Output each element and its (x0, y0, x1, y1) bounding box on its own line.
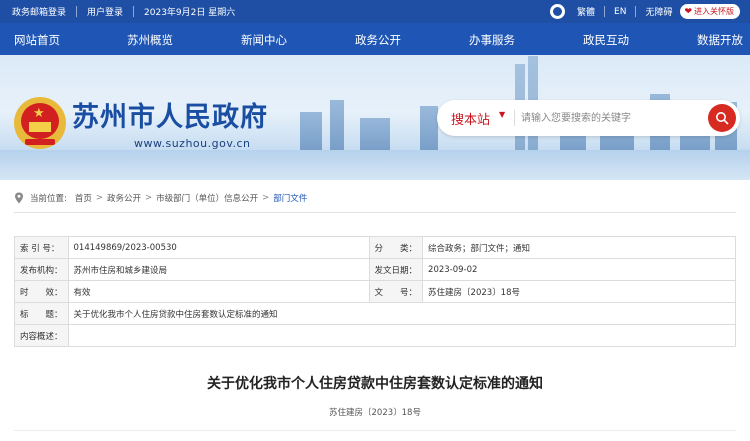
caret-down-icon[interactable]: ▼ (499, 110, 505, 119)
index-value: 014149869/2023-00530 (67, 236, 370, 259)
user-login-link[interactable]: 用户登录 (87, 5, 123, 18)
nav-item-gov-affairs[interactable]: 政务公开 (355, 32, 401, 48)
title-label: 标 题： (14, 302, 69, 325)
care-mode-label: 进入关怀版 (694, 7, 734, 16)
accessibility-link[interactable]: 无障碍 (645, 5, 672, 18)
category-label: 分 类： (368, 236, 424, 259)
summary-value (67, 324, 737, 347)
breadcrumb-separator: > (262, 193, 270, 203)
breadcrumb-label: 当前位置: (30, 194, 67, 204)
divider (604, 6, 606, 17)
issue-date-value: 2023-09-02 (422, 258, 736, 281)
publisher-label: 发布机构： (14, 258, 69, 281)
category-value: 综合政务；部门文件；通知 (422, 236, 736, 259)
nav-item-interaction[interactable]: 政民互动 (583, 32, 629, 48)
search-input[interactable] (521, 108, 701, 128)
mail-login-link[interactable]: 政务邮箱登录 (12, 5, 66, 18)
location-pin-icon (15, 192, 23, 204)
divider (635, 6, 637, 17)
document-info-table: 索 引 号： 014149869/2023-00530 分 类： 综合政务；部门… (14, 236, 737, 347)
search-box: 搜本站 ▼ (437, 100, 740, 136)
index-label: 索 引 号： (14, 236, 69, 259)
validity-label: 时 效： (14, 280, 69, 303)
divider (76, 6, 78, 17)
breadcrumb-municipal-depts[interactable]: 市级部门（单位）信息公开 (156, 192, 258, 204)
top-utility-bar: 政务邮箱登录 用户登录 2023年9月2日 星期六 繁體 EN 无障碍 ❤ 进入… (0, 0, 750, 23)
current-date: 2023年9月2日 星期六 (144, 8, 236, 18)
summary-label: 内容概述： (14, 324, 69, 347)
search-button[interactable] (708, 104, 736, 132)
doc-number-label: 文 号： (368, 280, 424, 303)
document-title: 关于优化我市个人住房贷款中住房套数认定标准的通知 (207, 376, 543, 392)
nav-item-overview[interactable]: 苏州概览 (127, 32, 173, 48)
doc-number-value: 苏住建房〔2023〕18号 (422, 280, 736, 303)
nav-item-news[interactable]: 新闻中心 (241, 32, 287, 48)
publisher-value: 苏州市住房和城乡建设局 (67, 258, 370, 281)
divider (14, 212, 736, 213)
gov-emblem-icon[interactable] (550, 4, 565, 19)
title-value: 关于优化我市个人住房贷款中住房套数认定标准的通知 (67, 302, 737, 325)
issue-date-label: 发文日期： (368, 258, 424, 281)
divider (514, 110, 515, 126)
english-link[interactable]: EN (614, 7, 626, 17)
document-number: 苏住建房〔2023〕18号 (329, 408, 421, 418)
nav-item-services[interactable]: 办事服务 (469, 32, 515, 48)
breadcrumb-gov-affairs[interactable]: 政务公开 (107, 192, 141, 204)
divider (14, 430, 736, 431)
nav-item-open-data[interactable]: 数据开放 (697, 32, 743, 48)
heart-icon: ❤ (684, 6, 692, 17)
breadcrumb: 当前位置: 首页 > 政务公开 > 市级部门（单位）信息公开 > 部门文件 (14, 191, 307, 205)
breadcrumb-home[interactable]: 首页 (75, 192, 92, 204)
search-icon (716, 112, 729, 125)
breadcrumb-separator: > (95, 193, 104, 203)
breadcrumb-separator: > (145, 193, 153, 203)
traditional-chinese-link[interactable]: 繁體 (577, 5, 595, 18)
site-name: 苏州市人民政府 (72, 102, 268, 133)
national-emblem-icon: ★ (14, 96, 66, 149)
validity-value: 有效 (67, 280, 370, 303)
care-mode-button[interactable]: ❤ 进入关怀版 (680, 4, 740, 19)
site-logo[interactable]: ★ 苏州市人民政府 www.suzhou.gov.cn (14, 95, 268, 150)
nav-item-home[interactable]: 网站首页 (14, 32, 60, 48)
search-scope-select[interactable]: 搜本站 (451, 109, 490, 128)
site-url: www.suzhou.gov.cn (134, 137, 251, 150)
main-nav: 网站首页 苏州概览 新闻中心 政务公开 办事服务 政民互动 数据开放 (0, 23, 750, 55)
divider (133, 6, 135, 17)
breadcrumb-dept-docs[interactable]: 部门文件 (273, 192, 307, 204)
water-decoration (0, 150, 750, 180)
